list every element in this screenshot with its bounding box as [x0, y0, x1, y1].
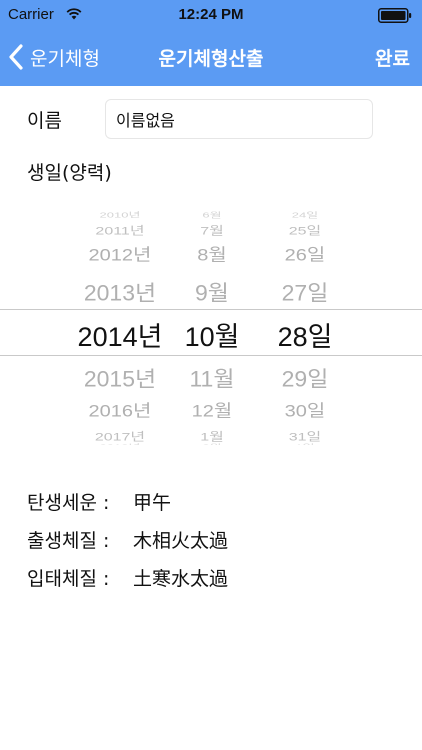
navigation-bar: 운기체형 운기체형산출 완료: [0, 30, 422, 86]
result-value: 木相火太過: [133, 530, 229, 552]
month-option[interactable]: 12월: [172, 397, 252, 422]
month-option[interactable]: 7월: [172, 221, 252, 238]
year-option[interactable]: 2016년: [70, 397, 170, 422]
day-option[interactable]: 25일: [262, 221, 348, 238]
result-row: 탄생세운 : 甲午: [27, 488, 171, 515]
status-bar: Carrier 12:24 PM: [0, 0, 422, 30]
day-option[interactable]: 1일: [262, 441, 348, 445]
year-option[interactable]: 2018년: [70, 441, 170, 445]
year-wheel[interactable]: 2010년 2011년 2012년 2013년 2014년 2015년 2016년 2017년…: [70, 205, 170, 445]
name-label: 이름: [27, 110, 62, 132]
result-row: 입태체질 : 土寒水太過: [27, 564, 228, 591]
done-button[interactable]: 완료: [375, 44, 410, 71]
day-option[interactable]: 27일: [262, 275, 348, 307]
year-option[interactable]: 2011년: [70, 221, 170, 238]
month-wheel[interactable]: 6월7월8월9월10월11월12월1월2월: [172, 205, 252, 445]
back-chevron-icon: [9, 44, 23, 70]
selected-month-option[interactable]: 10월: [172, 315, 252, 354]
month-option[interactable]: 2월: [172, 441, 252, 445]
year-option[interactable]: 2010년: [70, 209, 170, 219]
result-value: 土寒水太過: [133, 568, 229, 590]
month-option[interactable]: 9월: [172, 275, 252, 307]
month-option[interactable]: 11월: [172, 361, 252, 393]
year-option[interactable]: 2013년: [70, 275, 170, 307]
battery-icon: [378, 8, 412, 23]
selected-day-option[interactable]: 28일: [262, 315, 348, 354]
result-label: 입태체질 :: [27, 568, 110, 590]
back-button[interactable]: 운기체형: [8, 42, 100, 72]
day-option[interactable]: 30일: [262, 397, 348, 422]
day-option[interactable]: 26일: [262, 241, 348, 266]
year-option[interactable]: 2012년: [70, 241, 170, 266]
year-option[interactable]: 2015년: [70, 361, 170, 393]
selected-year-option[interactable]: 2014년: [70, 315, 170, 354]
day-option[interactable]: 24일: [262, 209, 348, 219]
day-wheel[interactable]: 24일25일26일27일28일29일30일31일1일: [262, 205, 348, 445]
result-row: 출생체질 : 木相火太過: [27, 526, 228, 553]
birth-date-label: 생일(양력): [27, 162, 112, 184]
month-option[interactable]: 8월: [172, 241, 252, 266]
name-input[interactable]: [105, 99, 373, 139]
back-button-label: 운기체형: [30, 47, 100, 70]
result-value: 甲午: [133, 492, 172, 514]
date-picker[interactable]: 2010년 2011년 2012년 2013년 2014년 2015년 2016년 2017년…: [0, 205, 422, 445]
picker-selection-top-line: [0, 309, 422, 310]
month-option[interactable]: 6월: [172, 209, 252, 219]
picker-selection-bottom-line: [0, 355, 422, 356]
result-label: 출생체질 :: [27, 530, 110, 552]
day-option[interactable]: 29일: [262, 361, 348, 393]
status-time: 12:24 PM: [178, 6, 244, 23]
result-label: 탄생세운 :: [27, 492, 110, 514]
